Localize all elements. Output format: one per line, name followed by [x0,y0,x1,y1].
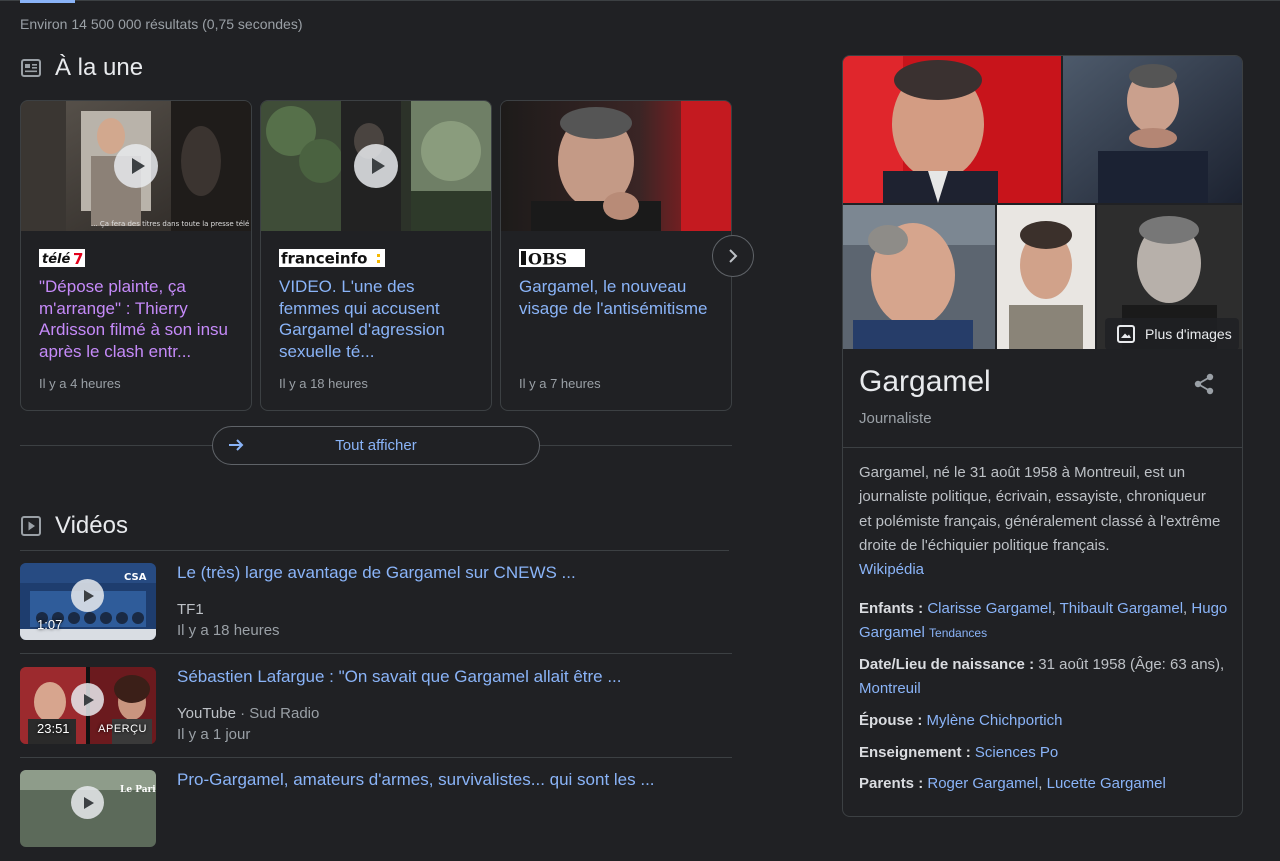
panel-divider [843,447,1242,448]
show-all-button[interactable]: Tout afficher [212,426,540,465]
video-source: YouTube · Sud Radio [177,705,320,722]
video-title[interactable]: Sébastien Lafargue : "On savait que Garg… [177,667,622,687]
entity-subtitle: Journaliste [859,410,932,427]
video-item[interactable]: CSA 1:07 Le (très) large avantage de Gar… [20,551,732,654]
video-time: Il y a 1 jour [177,726,251,743]
entity-image[interactable] [1063,56,1242,203]
svg-text:OBS: OBS [528,250,567,268]
play-icon [71,579,104,612]
fact-birth: Date/Lieu de naissance : 31 août 1958 (Â… [859,656,1225,697]
image-icon [1117,325,1135,343]
video-thumbnail[interactable]: 23:51 APERÇU [20,667,156,744]
child-link[interactable]: Thibault Gargamel [1060,600,1183,617]
news-time: Il y a 4 heures [39,376,121,391]
fact-spouse: Épouse : Mylène Chichportich [859,712,1063,729]
entity-description: Gargamel, né le 31 août 1958 à Montreuil… [859,464,1221,579]
parent-link[interactable]: Roger Gargamel [927,775,1038,792]
arrow-right-icon [227,436,245,458]
entity-image[interactable] [843,205,995,349]
video-item[interactable]: 23:51 APERÇU Sébastien Lafargue : "On sa… [20,655,732,758]
video-thumbnail[interactable]: Le Parisien [20,770,156,847]
news-time: Il y a 18 heures [279,376,368,391]
video-thumbnail[interactable]: CSA 1:07 [20,563,156,640]
video-source: TF1 [177,601,204,618]
videos-title: Vidéos [55,512,128,539]
chevron-right-icon [727,249,739,263]
fact-children: Enfants : Clarisse Gargamel, Thibault Ga… [859,600,1228,641]
more-images-button[interactable]: Plus d'images [1105,318,1239,350]
video-icon [20,515,42,537]
top-stories-title: À la une [55,54,144,81]
news-headline[interactable]: Gargamel, le nouveau visage de l'antisém… [519,276,715,319]
top-stories-header: À la une [20,54,143,82]
news-thumbnail [261,101,491,231]
videos-header: Vidéos [20,512,128,540]
source-logo-tele7: télé 7 [39,249,85,267]
video-title[interactable]: Pro-Gargamel, amateurs d'armes, survival… [177,770,655,790]
show-all-label: Tout afficher [335,437,417,454]
news-time: Il y a 7 heures [519,376,601,391]
svg-text:Le Parisien: Le Parisien [120,785,156,795]
video-time: Il y a 18 heures [177,622,280,639]
play-icon [71,683,104,716]
source-logo-obs: OBS [519,249,585,267]
play-icon [354,144,398,188]
spouse-link[interactable]: Mylène Chichportich [927,712,1063,729]
news-headline[interactable]: "Dépose plainte, ça m'arrange" : Thierry… [39,276,235,362]
video-duration: 1:07 [37,617,63,632]
parent-link[interactable]: Lucette Gargamel [1047,775,1166,792]
entity-name: Gargamel [859,365,991,398]
active-tab-indicator [20,0,75,3]
preview-badge: APERÇU [98,723,147,735]
news-headline[interactable]: VIDEO. L'une des femmes qui accusent Gar… [279,276,475,362]
entity-image[interactable] [997,205,1095,349]
svg-text:CSA: CSA [124,572,147,583]
svg-text:télé: télé [42,252,70,267]
video-duration: 23:51 [37,721,70,736]
news-card[interactable]: OBS Gargamel, le nouveau visage de l'ant… [500,100,732,411]
fact-parents: Parents : Roger Gargamel, Lucette Gargam… [859,775,1166,792]
more-images-label: Plus d'images [1145,326,1232,342]
top-divider [0,0,1280,1]
wikipedia-link[interactable]: Wikipédia [859,561,924,578]
newspaper-icon [20,57,42,79]
svg-text:franceinfo: franceinfo [281,250,367,268]
news-thumbnail: ... Ça fera des titres dans toute la pre… [21,101,251,231]
birthplace-link[interactable]: Montreuil [859,680,921,697]
svg-text:7: 7 [73,250,83,267]
child-link[interactable]: Clarisse Gargamel [927,600,1051,617]
svg-text:... Ça fera des titres dans to: ... Ça fera des titres dans toute la pre… [91,220,251,228]
news-thumbnail [501,101,731,231]
video-item[interactable]: Le Parisien Pro-Gargamel, amateurs d'arm… [20,758,732,861]
fact-education: Enseignement : Sciences Po [859,744,1059,761]
video-divider [20,653,732,654]
play-icon [71,786,104,819]
carousel-next-button[interactable] [712,235,754,277]
entity-image[interactable] [843,56,1061,203]
education-link[interactable]: Sciences Po [975,744,1058,761]
knowledge-panel: Plus d'images Gargamel Journaliste Garga… [842,55,1243,817]
news-card[interactable]: ... Ça fera des titres dans toute la pre… [20,100,252,411]
results-stats: Environ 14 500 000 résultats (0,75 secon… [20,16,303,32]
play-icon [114,144,158,188]
news-card[interactable]: franceinfo VIDEO. L'une des femmes qui a… [260,100,492,411]
video-title[interactable]: Le (très) large avantage de Gargamel sur… [177,563,576,583]
source-logo-franceinfo: franceinfo [279,249,385,267]
trend-label: Tendances [929,626,988,640]
share-icon[interactable] [1193,373,1215,400]
